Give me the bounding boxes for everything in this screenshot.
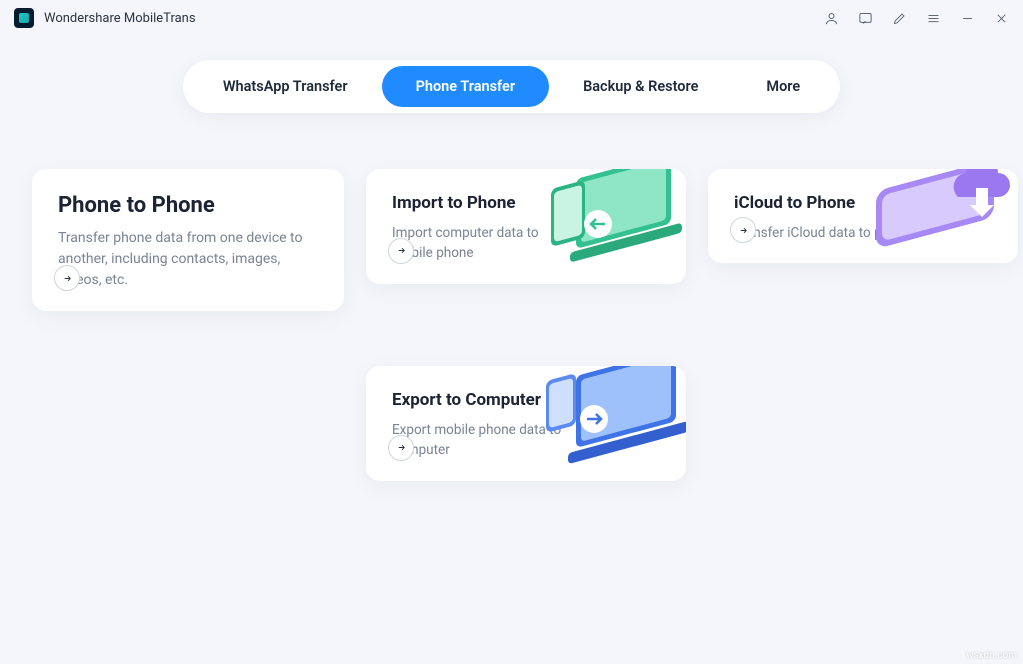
minimize-icon[interactable] (959, 10, 975, 26)
app-logo (14, 8, 34, 28)
card-desc: Import computer data to mobile phone (392, 223, 582, 264)
tab-phone-transfer[interactable]: Phone Transfer (382, 66, 550, 107)
go-button[interactable] (388, 238, 414, 264)
tab-backup-restore[interactable]: Backup & Restore (549, 66, 732, 107)
card-title: Phone to Phone (58, 193, 318, 218)
account-icon[interactable] (823, 10, 839, 26)
card-title: iCloud to Phone (734, 193, 992, 213)
cloud-to-phone-icon (858, 169, 1018, 263)
card-export-to-computer[interactable]: Export to Computer Export mobile phone d… (366, 366, 686, 481)
titlebar: Wondershare MobileTrans (0, 0, 1023, 36)
card-desc: Transfer phone data from one device to a… (58, 228, 318, 291)
tab-container: WhatsApp Transfer Phone Transfer Backup … (0, 60, 1023, 113)
watermark: wsxdn.com (966, 650, 1017, 661)
go-button[interactable] (388, 435, 414, 461)
feedback-icon[interactable] (857, 10, 873, 26)
close-icon[interactable] (993, 10, 1009, 26)
card-phone-to-phone[interactable]: Phone to Phone Transfer phone data from … (32, 169, 344, 311)
tab-whatsapp-transfer[interactable]: WhatsApp Transfer (189, 66, 382, 107)
go-button[interactable] (54, 265, 80, 291)
cards-grid: Phone to Phone Transfer phone data from … (0, 113, 1023, 565)
tab-pill: WhatsApp Transfer Phone Transfer Backup … (183, 60, 840, 113)
app-title: Wondershare MobileTrans (44, 11, 196, 26)
card-desc: Transfer iCloud data to phone (734, 223, 924, 243)
titlebar-left: Wondershare MobileTrans (14, 8, 196, 28)
card-icloud-to-phone[interactable]: iCloud to Phone Transfer iCloud data to … (708, 169, 1018, 263)
card-desc: Export mobile phone data to computer (392, 420, 582, 461)
card-title: Import to Phone (392, 193, 660, 213)
card-import-to-phone[interactable]: Import to Phone Import computer data to … (366, 169, 686, 284)
card-title: Export to Computer (392, 390, 660, 410)
edit-icon[interactable] (891, 10, 907, 26)
menu-icon[interactable] (925, 10, 941, 26)
tab-more[interactable]: More (732, 66, 834, 107)
titlebar-right (823, 10, 1009, 26)
